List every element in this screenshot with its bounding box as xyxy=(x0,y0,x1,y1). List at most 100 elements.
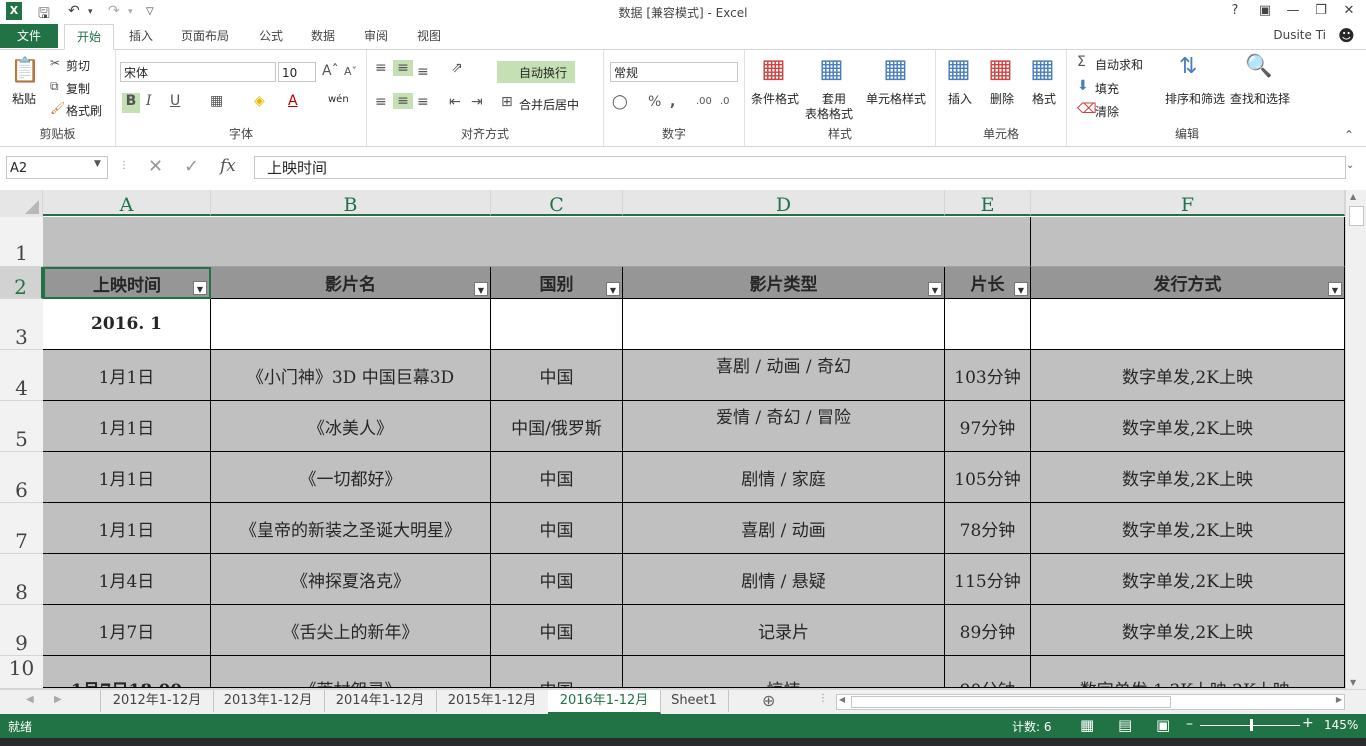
delete-cells-button[interactable]: 删除 xyxy=(990,90,1014,107)
format-painter-button[interactable]: 格式刷 xyxy=(66,102,102,119)
table-cell-genre[interactable]: 喜剧 / 动画 / 奇幻 xyxy=(623,350,945,401)
table-cell-length[interactable]: 89分钟 xyxy=(945,605,1031,656)
cut-button[interactable]: 剪切 xyxy=(66,57,90,74)
table-cell-genre[interactable]: 剧情 / 家庭 xyxy=(623,452,945,503)
table-cell-date[interactable]: 1月1日 xyxy=(43,350,211,401)
filter-dropdown-icon[interactable]: ▼ xyxy=(1328,282,1342,296)
table-cell-title[interactable]: 《冰美人》 xyxy=(211,401,491,452)
close-icon[interactable]: ✕ xyxy=(1338,2,1360,20)
table-cell-country[interactable]: 中国 xyxy=(491,452,623,503)
horizontal-scroll-thumb[interactable] xyxy=(851,696,1171,708)
cell-styles-button[interactable]: 单元格样式 xyxy=(866,90,926,107)
header-cell-length[interactable]: 片长 ▼ xyxy=(945,267,1031,299)
expand-formula-bar-icon[interactable]: ⌄ xyxy=(1346,160,1354,171)
table-cell-title[interactable]: 《神探夏洛克》 xyxy=(211,554,491,605)
tab-split-handle-icon[interactable]: ⋮ xyxy=(818,693,828,704)
header-cell-title[interactable]: 影片名 ▼ xyxy=(211,267,491,299)
table-cell-genre[interactable]: 惊悚 xyxy=(623,656,945,688)
sheet-tab-2015[interactable]: 2015年1-12月 xyxy=(436,690,549,712)
table-cell-country[interactable]: 中国/俄罗斯 xyxy=(491,401,623,452)
italic-button[interactable]: I xyxy=(146,93,152,109)
increase-indent-icon[interactable]: ⇥ xyxy=(471,94,483,110)
autosum-button[interactable]: 自动求和 xyxy=(1095,56,1143,73)
decrease-decimal-icon[interactable]: .0 xyxy=(720,96,730,107)
vertical-scroll-thumb[interactable] xyxy=(1349,206,1364,226)
table-cell-country[interactable]: 中国 xyxy=(491,554,623,605)
row-header-5[interactable]: 5 xyxy=(0,401,43,452)
merge-center-button[interactable]: 合并后居中 xyxy=(519,96,579,113)
tab-page-layout[interactable]: 页面布局 xyxy=(172,24,238,48)
column-header-d[interactable]: D xyxy=(623,190,945,216)
row-header-10[interactable]: 10 xyxy=(0,656,43,689)
tab-data[interactable]: 数据 xyxy=(302,24,344,48)
ribbon-display-icon[interactable]: ▣ xyxy=(1254,2,1276,20)
table-cell-country[interactable]: 中国 xyxy=(491,605,623,656)
table-cell-date[interactable]: 1月7日18:00 xyxy=(43,656,211,688)
empty-cell[interactable] xyxy=(623,299,945,350)
row-1-cell-f[interactable] xyxy=(1031,217,1345,267)
sheet-tab-2016-active[interactable]: 2016年1-12月 xyxy=(548,690,661,714)
name-box[interactable]: A2 xyxy=(6,156,108,179)
sheet-tab-2012[interactable]: 2012年1-12月 xyxy=(100,690,214,712)
accounting-format-icon[interactable]: ◯ xyxy=(612,94,628,110)
table-cell-release[interactable]: 数字单发,2K上映 xyxy=(1031,350,1345,401)
insert-function-button[interactable]: fx xyxy=(220,156,236,176)
table-cell-title[interactable]: 《荒村怨灵》 xyxy=(211,656,491,688)
wrap-text-button[interactable]: 自动换行 xyxy=(519,64,567,81)
orientation-icon[interactable]: ⇗ xyxy=(451,60,463,76)
tab-insert[interactable]: 插入 xyxy=(120,24,162,48)
underline-button[interactable]: U xyxy=(170,93,180,109)
page-break-view-icon[interactable]: ▣ xyxy=(1156,716,1170,734)
zoom-in-icon[interactable]: + xyxy=(1302,715,1314,731)
align-top-icon[interactable]: ≡ xyxy=(375,60,387,76)
align-right-icon[interactable]: ≡ xyxy=(417,94,429,110)
row-1-merged-cell[interactable] xyxy=(43,217,1031,267)
normal-view-icon[interactable]: ▦ xyxy=(1080,716,1094,734)
table-cell-release[interactable]: 数字单发,1.3K上映,2K上映, xyxy=(1031,656,1345,688)
table-cell-release[interactable]: 数字单发,2K上映 xyxy=(1031,452,1345,503)
phonetic-button[interactable]: wén xyxy=(328,94,349,105)
empty-cell[interactable] xyxy=(491,299,623,350)
avatar[interactable]: ☻ xyxy=(1338,26,1356,48)
table-cell-release[interactable]: 数字单发,2K上映 xyxy=(1031,401,1345,452)
column-header-b[interactable]: B xyxy=(211,190,491,216)
table-cell-date[interactable]: 1月1日 xyxy=(43,401,211,452)
align-middle-icon[interactable]: ≡ xyxy=(393,60,413,76)
table-cell-length[interactable]: 103分钟 xyxy=(945,350,1031,401)
formula-input[interactable]: 上映时间 xyxy=(254,156,1346,179)
row-header-1[interactable]: 1 xyxy=(0,217,43,267)
table-cell-country[interactable]: 中国 xyxy=(491,350,623,401)
empty-cell[interactable] xyxy=(945,299,1031,350)
fill-color-icon[interactable]: ◈ xyxy=(254,93,265,109)
year-cell[interactable]: 2016. 1 xyxy=(43,299,211,350)
zoom-slider-thumb[interactable] xyxy=(1250,719,1253,731)
table-cell-release[interactable]: 数字单发,2K上映 xyxy=(1031,503,1345,554)
header-cell-release[interactable]: 发行方式 ▼ xyxy=(1031,267,1345,299)
header-cell-country[interactable]: 国别 ▼ xyxy=(491,267,623,299)
sheet-tab-sheet1[interactable]: Sheet1 xyxy=(660,690,729,712)
align-left-icon[interactable]: ≡ xyxy=(375,94,387,110)
table-cell-country[interactable]: 中国 xyxy=(491,656,623,688)
page-layout-view-icon[interactable]: ▤ xyxy=(1118,716,1132,734)
format-as-table-line2[interactable]: 表格格式 xyxy=(805,105,853,122)
font-name-select[interactable]: 宋体 xyxy=(120,62,276,82)
font-color-icon[interactable]: A xyxy=(288,93,298,109)
sheet-tab-2014[interactable]: 2014年1-12月 xyxy=(324,690,437,712)
align-bottom-icon[interactable]: ≡ xyxy=(417,64,429,80)
table-cell-title[interactable]: 《一切都好》 xyxy=(211,452,491,503)
restore-icon[interactable]: ❐ xyxy=(1310,2,1332,20)
row-header-6[interactable]: 6 xyxy=(0,452,43,503)
table-cell-genre[interactable]: 喜剧 / 动画 xyxy=(623,503,945,554)
empty-cell[interactable] xyxy=(211,299,491,350)
format-cells-button[interactable]: 格式 xyxy=(1032,90,1056,107)
increase-font-icon[interactable]: Aˆ xyxy=(322,63,339,79)
table-cell-country[interactable]: 中国 xyxy=(491,503,623,554)
find-select-button[interactable]: 查找和选择 xyxy=(1230,90,1290,107)
zoom-level[interactable]: 145% xyxy=(1324,718,1358,732)
percent-icon[interactable]: % xyxy=(648,94,661,110)
tab-file[interactable]: 文件 xyxy=(0,24,58,48)
conditional-format-button[interactable]: 条件格式 xyxy=(751,90,799,107)
table-cell-length[interactable]: 115分钟 xyxy=(945,554,1031,605)
next-sheet-icon[interactable]: ▶ xyxy=(54,694,62,705)
horizontal-scrollbar[interactable]: ◀ ▶ xyxy=(836,694,1345,710)
